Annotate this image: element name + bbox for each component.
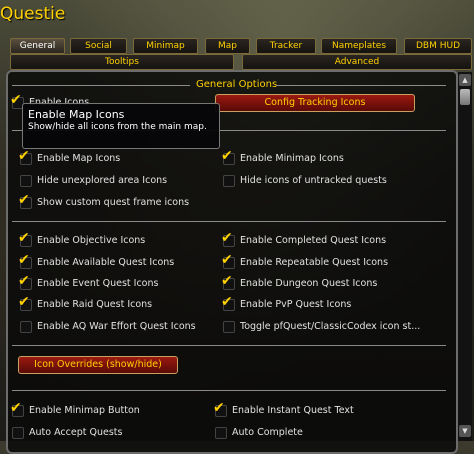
divider (276, 85, 446, 86)
divider (12, 221, 446, 222)
option-auto-accept-quests[interactable]: Auto Accept Quests (12, 426, 202, 440)
checkbox[interactable]: ✔ (18, 231, 32, 247)
option-label: Hide icons of untracked quests (240, 175, 387, 186)
option-label: Enable Repeatable Quest Icons (240, 257, 389, 268)
checkmark-icon: ✔ (10, 400, 22, 416)
checkbox[interactable] (12, 427, 24, 439)
checkmark-icon: ✔ (221, 148, 233, 164)
tab-tooltips[interactable]: Tooltips (10, 54, 234, 70)
option-label: Enable Map Icons (37, 153, 121, 164)
option-show-custom-quest-frame-icons[interactable]: ✔ Show custom quest frame icons (18, 193, 210, 210)
checkbox[interactable] (223, 321, 235, 333)
checkbox[interactable]: ✔ (18, 149, 32, 165)
option-enable-objective-icons[interactable]: ✔ Enable Objective Icons (18, 231, 210, 248)
checkbox[interactable]: ✔ (221, 149, 235, 165)
checkmark-icon: ✔ (221, 273, 233, 289)
tab-general[interactable]: General (10, 38, 65, 54)
option-enable-map-icons[interactable]: ✔ Enable Map Icons (18, 149, 210, 166)
option-label: Enable AQ War Effort Quest Icons (37, 321, 196, 332)
checkmark-icon: ✔ (18, 230, 30, 246)
checkbox[interactable]: ✔ (221, 231, 235, 247)
option-enable-available-quest-icons[interactable]: ✔ Enable Available Quest Icons (18, 253, 210, 270)
option-label: Hide unexplored area Icons (37, 175, 168, 186)
scroll-up-icon[interactable]: ▲ (459, 74, 471, 86)
checkmark-icon: ✔ (213, 400, 225, 416)
option-auto-complete[interactable]: Auto Complete (215, 426, 415, 440)
checkmark-icon: ✔ (18, 192, 30, 208)
option-label: Enable Minimap Button (29, 405, 140, 416)
checkmark-icon: ✔ (221, 294, 233, 310)
checkmark-icon: ✔ (18, 252, 30, 268)
option-enable-instant-quest-text[interactable]: ✔ Enable Instant Quest Text (213, 401, 415, 418)
option-label: Enable PvP Quest Icons (240, 299, 352, 310)
section-title: General Options (196, 79, 278, 90)
option-label: Auto Complete (232, 427, 303, 438)
scroll-down-icon[interactable]: ▼ (459, 425, 471, 437)
divider (12, 390, 446, 391)
icon-overrides-button[interactable]: Icon Overrides (show/hide) (18, 356, 178, 374)
option-enable-raid-quest-icons[interactable]: ✔ Enable Raid Quest Icons (18, 295, 210, 312)
checkmark-icon: ✔ (18, 148, 30, 164)
checkbox[interactable]: ✔ (221, 253, 235, 269)
checkbox[interactable] (215, 427, 227, 439)
checkbox[interactable]: ✔ (18, 193, 32, 209)
checkbox[interactable]: ✔ (18, 274, 32, 290)
checkbox[interactable]: ✔ (213, 401, 227, 417)
option-toggle-pfquest-classiccodex-icons[interactable]: Toggle pfQuest/ClassicCodex icon st... (223, 320, 448, 334)
option-hide-unexplored-area-icons[interactable]: Hide unexplored area Icons (20, 174, 210, 188)
option-label: Enable Dungeon Quest Icons (240, 278, 378, 289)
checkmark-icon: ✔ (221, 252, 233, 268)
option-label: Show custom quest frame icons (37, 197, 190, 208)
checkbox[interactable]: ✔ (18, 295, 32, 311)
option-label: Toggle pfQuest/ClassicCodex icon st... (240, 321, 421, 332)
checkbox[interactable] (20, 321, 32, 333)
option-label: Enable Event Quest Icons (37, 278, 159, 289)
option-label: Enable Available Quest Icons (37, 257, 175, 268)
tab-dbm-hud[interactable]: DBM HUD (404, 38, 472, 54)
tooltip-body: Show/hide all icons from the main map. (28, 122, 207, 132)
tab-tracker[interactable]: Tracker (256, 38, 316, 54)
option-label: Auto Accept Quests (29, 427, 123, 438)
checkbox[interactable] (20, 175, 32, 187)
option-enable-dungeon-quest-icons[interactable]: ✔ Enable Dungeon Quest Icons (221, 274, 443, 291)
option-enable-repeatable-quest-icons[interactable]: ✔ Enable Repeatable Quest Icons (221, 253, 443, 270)
option-label: Enable Raid Quest Icons (37, 299, 153, 310)
checkmark-icon: ✔ (221, 230, 233, 246)
config-tracking-icons-button[interactable]: Config Tracking Icons (215, 94, 415, 112)
option-label: Enable Objective Icons (37, 235, 146, 246)
checkbox[interactable] (223, 175, 235, 187)
option-enable-pvp-quest-icons[interactable]: ✔ Enable PvP Quest Icons (221, 295, 443, 312)
tab-minimap[interactable]: Minimap (133, 38, 198, 54)
checkbox[interactable]: ✔ (10, 401, 24, 417)
divider (12, 345, 446, 346)
option-label: Enable Instant Quest Text (232, 405, 354, 416)
option-hide-untracked-quest-icons[interactable]: Hide icons of untracked quests (223, 174, 443, 188)
tooltip-title: Enable Map Icons (28, 108, 125, 121)
tab-map[interactable]: Map (205, 38, 250, 54)
checkbox[interactable]: ✔ (18, 253, 32, 269)
checkbox[interactable]: ✔ (221, 295, 235, 311)
window-title: Questie (0, 4, 66, 24)
option-enable-event-quest-icons[interactable]: ✔ Enable Event Quest Icons (18, 274, 210, 291)
option-label: Enable Completed Quest Icons (240, 235, 387, 246)
divider (12, 85, 190, 86)
tab-nameplates[interactable]: Nameplates (321, 38, 397, 54)
tab-advanced[interactable]: Advanced (242, 54, 472, 70)
option-enable-minimap-button[interactable]: ✔ Enable Minimap Button (10, 401, 202, 418)
checkmark-icon: ✔ (10, 92, 22, 108)
option-enable-aq-war-effort-quest-icons[interactable]: Enable AQ War Effort Quest Icons (20, 320, 215, 334)
option-enable-completed-quest-icons[interactable]: ✔ Enable Completed Quest Icons (221, 231, 443, 248)
scrollbar[interactable]: ▲ ▼ (458, 72, 472, 441)
option-label: Enable Minimap Icons (240, 153, 344, 164)
tooltip: Enable Map Icons Show/hide all icons fro… (22, 103, 220, 149)
scroll-thumb[interactable] (460, 89, 470, 105)
tab-social[interactable]: Social (70, 38, 127, 54)
checkmark-icon: ✔ (18, 294, 30, 310)
option-enable-minimap-icons[interactable]: ✔ Enable Minimap Icons (221, 149, 443, 166)
checkbox[interactable]: ✔ (221, 274, 235, 290)
checkmark-icon: ✔ (18, 273, 30, 289)
